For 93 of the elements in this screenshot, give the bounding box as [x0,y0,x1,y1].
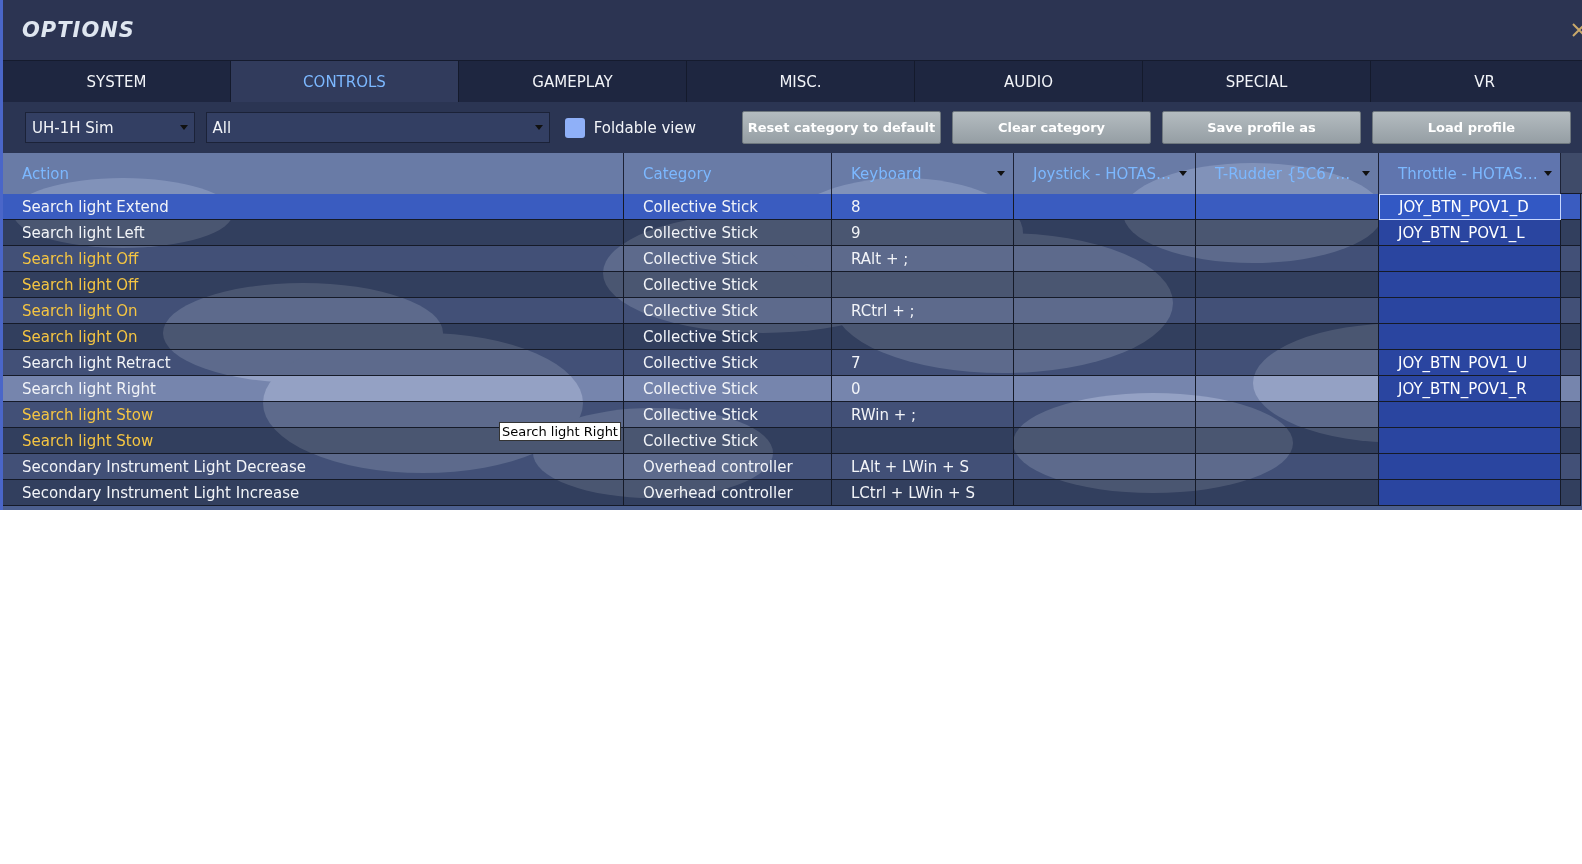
table-cell[interactable]: Search light Retract [3,350,624,376]
table-cell[interactable] [1561,220,1581,246]
table-cell[interactable]: Collective Stick [624,194,832,220]
table-cell[interactable]: Collective Stick [624,428,832,454]
table-cell[interactable]: JOY_BTN_POV1_D [1379,194,1561,220]
table-cell[interactable] [1561,480,1581,506]
table-cell[interactable] [1196,272,1379,298]
table-cell[interactable] [1561,350,1581,376]
table-cell[interactable] [1196,324,1379,350]
table-cell[interactable] [1379,402,1561,428]
table-cell[interactable] [832,428,1014,454]
table-cell[interactable] [1014,246,1196,272]
table-cell[interactable] [1014,480,1196,506]
table-cell[interactable] [1379,246,1561,272]
table-cell[interactable]: Collective Stick [624,402,832,428]
checkbox-label: Foldable view [593,118,696,137]
table-cell[interactable]: Collective Stick [624,298,832,324]
table-cell[interactable]: 0 [832,376,1014,402]
table-cell[interactable] [1561,194,1581,220]
close-icon[interactable] [1572,23,1582,37]
table-cell[interactable] [1196,220,1379,246]
table-cell[interactable] [1014,376,1196,402]
table-cell[interactable] [1561,376,1581,402]
table-cell[interactable]: LAlt + LWin + S [832,454,1014,480]
dropdown-caret-icon [179,125,188,130]
table-cell[interactable] [1014,272,1196,298]
column-header[interactable] [1561,153,1582,194]
table-cell[interactable] [1196,350,1379,376]
foldable-checkbox[interactable] [565,117,585,138]
table-cell[interactable] [1379,298,1561,324]
table-cell[interactable] [1379,454,1561,480]
table-cell[interactable] [1561,402,1581,428]
table-cell[interactable] [1196,428,1379,454]
tooltip: Search light Right [499,422,621,441]
table-cell[interactable] [1561,272,1581,298]
table-cell[interactable]: Secondary Instrument Light Decrease [3,454,624,480]
table-cell[interactable]: Collective Stick [624,220,832,246]
table-cell[interactable] [1561,428,1581,454]
table-cell[interactable]: JOY_BTN_POV1_U [1379,350,1561,376]
table-cell[interactable] [1561,298,1581,324]
table-cell[interactable] [1196,402,1379,428]
table-cell[interactable] [1014,454,1196,480]
dropdown-caret-icon [535,125,544,130]
table-cell[interactable]: Collective Stick [624,246,832,272]
window-title: OPTIONS [22,18,135,42]
tab[interactable]: CONTROLS [231,61,459,102]
table-cell[interactable] [1379,272,1561,298]
table-cell[interactable]: 7 [832,350,1014,376]
table-cell[interactable]: Search light On [3,298,624,324]
table-cell[interactable]: Collective Stick [624,272,832,298]
table-cell[interactable] [1561,246,1581,272]
table-cell[interactable]: RWin + ; [832,402,1014,428]
table-cell[interactable]: 9 [832,220,1014,246]
table-cell[interactable] [1561,324,1581,350]
table-cell[interactable]: Collective Stick [624,350,832,376]
table-cell[interactable]: JOY_BTN_POV1_R [1379,376,1561,402]
table-cell[interactable] [1379,324,1561,350]
table-cell[interactable]: RCtrl + ; [832,298,1014,324]
table-cell[interactable] [1014,350,1196,376]
table-cell[interactable]: Search light Extend [3,194,624,220]
table-cell[interactable]: Search light On [3,324,624,350]
table-cell[interactable]: Search light Right [3,376,624,402]
table-cell[interactable] [1014,402,1196,428]
table-cell[interactable] [1196,298,1379,324]
aircraft-dropdown[interactable]: UH-1H Sim [25,112,195,143]
table-cell[interactable] [1196,480,1379,506]
table-cell[interactable] [1196,376,1379,402]
table-cell[interactable] [1196,246,1379,272]
table-cell[interactable] [1014,428,1196,454]
table-cell[interactable]: Collective Stick [624,376,832,402]
table-cell[interactable] [1014,298,1196,324]
table-cell[interactable] [1379,480,1561,506]
table-cell[interactable]: Search light Off [3,272,624,298]
table-cell[interactable] [1196,194,1379,220]
table-cell[interactable]: JOY_BTN_POV1_L [1379,220,1561,246]
table-cell[interactable] [1379,428,1561,454]
table-cell[interactable]: Search light Left [3,220,624,246]
category-dropdown[interactable]: All [205,112,551,143]
table-cell[interactable]: Secondary Instrument Light Increase [3,480,624,506]
table-cell[interactable]: 8 [832,194,1014,220]
table-cell[interactable]: Overhead controller [624,454,832,480]
table-cell[interactable]: Search light Off [3,246,624,272]
table-cell[interactable] [1014,194,1196,220]
table-cell[interactable] [1014,220,1196,246]
table-cell[interactable]: LCtrl + LWin + S [832,480,1014,506]
table-cell[interactable] [1561,454,1581,480]
table-cell[interactable]: RAlt + ; [832,246,1014,272]
table-cell[interactable]: Collective Stick [624,324,832,350]
table-cell[interactable] [1196,454,1379,480]
table-cell[interactable]: Overhead controller [624,480,832,506]
table-cell[interactable] [1014,324,1196,350]
table-cell[interactable] [832,272,1014,298]
table-cell[interactable] [832,324,1014,350]
